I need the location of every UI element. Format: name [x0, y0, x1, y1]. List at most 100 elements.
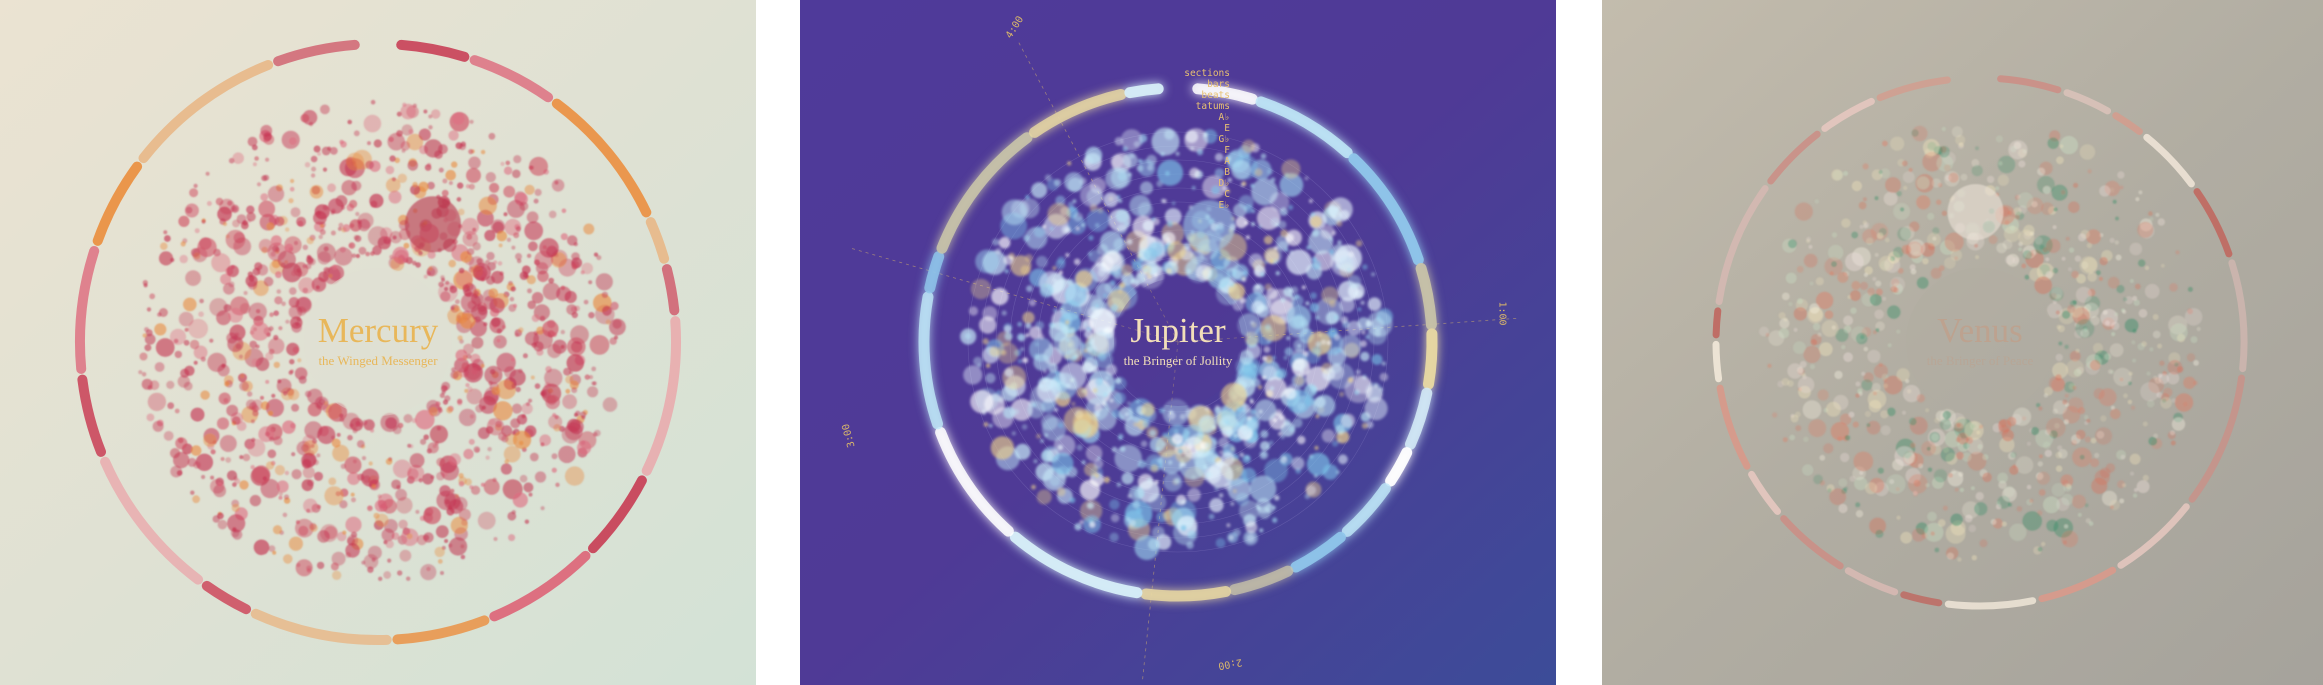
note-bubble — [289, 186, 295, 192]
note-bubble — [180, 241, 186, 247]
note-bubble — [460, 544, 465, 549]
note-bubble — [1878, 255, 1894, 272]
note-bubble — [2099, 467, 2111, 479]
note-bubble — [2175, 250, 2180, 255]
note-bubble — [309, 522, 317, 531]
note-bubble — [2129, 279, 2134, 283]
note-bubble — [1130, 278, 1137, 285]
note-bubble — [1270, 177, 1276, 183]
note-bubble — [265, 157, 270, 162]
note-bubble — [350, 492, 355, 497]
note-bubble — [498, 243, 503, 248]
note-bubble — [1960, 173, 1968, 181]
note-bubble — [358, 246, 367, 255]
note-bubble — [480, 149, 486, 155]
note-bubble — [434, 546, 445, 558]
note-bubble — [1927, 212, 1935, 220]
note-bubble — [2026, 441, 2031, 446]
note-bubble — [1259, 450, 1269, 460]
note-bubble — [1902, 410, 1906, 415]
note-bubble — [2122, 483, 2127, 488]
note-bubble — [2056, 156, 2064, 165]
note-bubble — [355, 211, 360, 217]
note-bubble — [210, 449, 216, 455]
note-bubble — [438, 281, 444, 288]
note-bubble — [349, 417, 364, 432]
note-bubble — [1827, 488, 1832, 493]
note-bubble — [412, 181, 418, 188]
note-bubble — [426, 566, 431, 572]
note-bubble — [564, 422, 583, 441]
note-bubble — [149, 380, 160, 391]
note-bubble — [1931, 178, 1941, 188]
note-bubble — [551, 467, 557, 473]
note-bubble — [2086, 418, 2091, 423]
note-bubble — [190, 445, 202, 456]
note-bubble — [1284, 248, 1289, 252]
note-bubble — [256, 182, 262, 187]
note-bubble — [1971, 165, 1983, 177]
note-bubble — [1875, 280, 1882, 287]
note-bubble — [485, 455, 490, 460]
note-bubble — [152, 420, 164, 432]
note-bubble — [524, 221, 544, 241]
note-bubble — [1795, 425, 1802, 432]
note-bubble — [1127, 493, 1132, 499]
note-bubble — [2090, 458, 2100, 468]
note-bubble — [271, 393, 276, 398]
note-bubble — [1263, 247, 1280, 264]
note-bubble — [587, 386, 599, 398]
note-bubble — [301, 452, 316, 468]
note-bubble — [2119, 498, 2125, 504]
note-bubble — [1862, 220, 1867, 225]
note-bubble — [565, 388, 571, 394]
note-bubble — [2038, 406, 2043, 411]
note-bubble — [1113, 271, 1122, 280]
note-bubble — [1940, 447, 1955, 462]
note-bubble — [348, 242, 356, 249]
note-bubble — [1956, 423, 1961, 428]
note-bubble — [1075, 270, 1093, 288]
note-bubble — [1103, 293, 1107, 298]
note-bubble — [457, 182, 464, 189]
note-bubble — [391, 479, 401, 490]
note-bubble — [1931, 433, 1939, 442]
note-bubble — [458, 267, 465, 274]
note-bubble — [355, 253, 360, 259]
note-bubble — [458, 408, 477, 427]
note-bubble — [403, 414, 413, 423]
note-bubble — [356, 440, 365, 448]
note-bubble — [1886, 474, 1906, 494]
note-bubble — [554, 415, 559, 420]
note-bubble — [515, 226, 521, 232]
note-bubble — [1301, 285, 1306, 290]
note-bubble — [2052, 267, 2059, 274]
note-bubble — [318, 234, 323, 240]
legend-item-e-flat: E♭ — [1218, 200, 1230, 211]
note-bubble — [426, 271, 431, 276]
note-bubble — [330, 210, 335, 215]
note-bubble — [240, 221, 249, 230]
note-bubble — [1284, 387, 1297, 400]
note-bubble — [226, 265, 239, 278]
note-bubble — [1076, 444, 1083, 451]
note-bubble — [272, 550, 277, 555]
note-bubble — [360, 468, 380, 487]
note-bubble — [526, 253, 532, 258]
note-bubble — [250, 419, 255, 424]
note-bubble — [450, 370, 459, 379]
note-bubble — [1975, 146, 1979, 151]
note-bubble — [2144, 265, 2150, 271]
note-bubble — [1003, 255, 1014, 265]
note-bubble — [1803, 253, 1818, 268]
note-bubble — [1998, 161, 2003, 166]
note-bubble — [1137, 460, 1147, 469]
note-bubble — [378, 576, 383, 581]
note-bubble — [1057, 422, 1064, 429]
note-bubble — [450, 488, 455, 494]
note-bubble — [303, 498, 318, 513]
note-bubble — [167, 402, 175, 410]
note-bubble — [2187, 286, 2193, 292]
note-bubble — [488, 132, 496, 140]
note-bubble — [524, 184, 535, 195]
